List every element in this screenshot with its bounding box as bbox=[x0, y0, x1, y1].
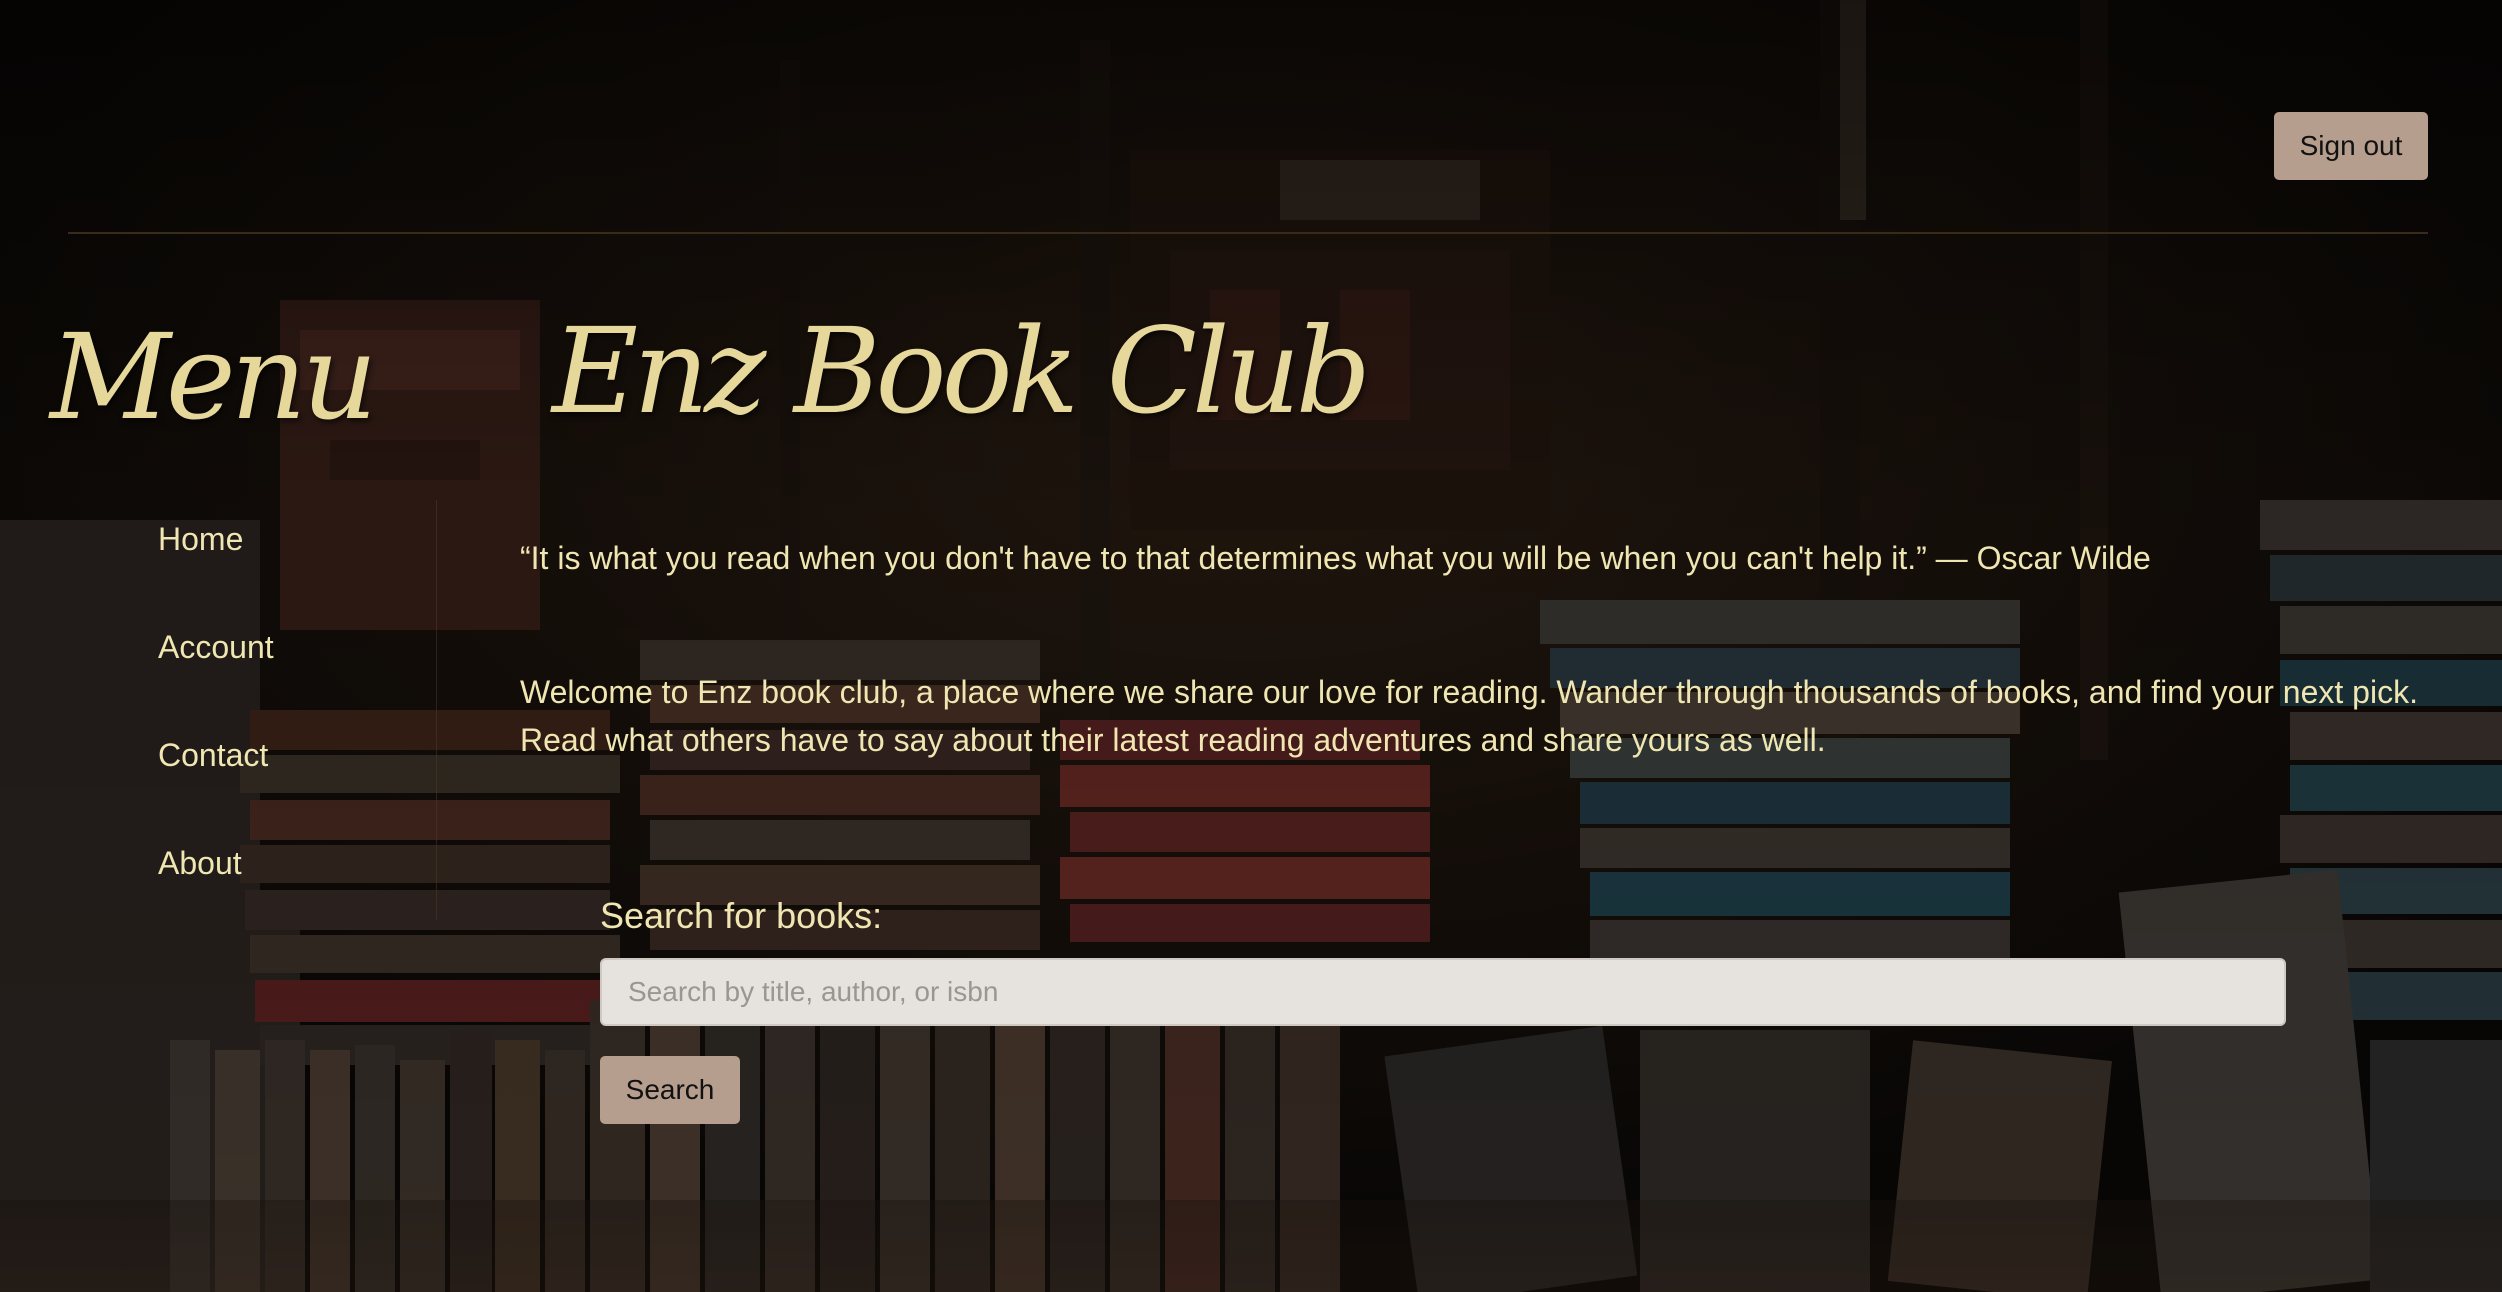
sidebar-nav: Home Account Contact About bbox=[0, 500, 437, 920]
page-content: Sign out Menu Enz Book Club Home Account… bbox=[0, 0, 2502, 1292]
search-button[interactable]: Search bbox=[600, 1056, 740, 1124]
sidebar-item-about[interactable]: About bbox=[158, 847, 242, 879]
sidebar-item-contact[interactable]: Contact bbox=[158, 739, 268, 771]
sidebar-item-home[interactable]: Home bbox=[158, 523, 243, 555]
sign-out-button[interactable]: Sign out bbox=[2274, 112, 2428, 180]
search-label: Search for books: bbox=[600, 895, 883, 936]
menu-heading: Menu bbox=[50, 308, 378, 446]
site-title: Enz Book Club bbox=[552, 302, 1371, 440]
welcome-line-1: Welcome to Enz book club, a place where … bbox=[520, 674, 2418, 710]
page: Sign out Menu Enz Book Club Home Account… bbox=[0, 0, 2502, 1292]
sidebar-item-account[interactable]: Account bbox=[158, 631, 274, 663]
header-divider bbox=[68, 232, 2428, 234]
welcome-line-2: Read what others have to say about their… bbox=[520, 722, 1826, 758]
featured-quote: “It is what you read when you don't have… bbox=[520, 540, 2151, 576]
search-input[interactable] bbox=[600, 958, 2286, 1026]
welcome-text: Welcome to Enz book club, a place where … bbox=[520, 668, 2480, 764]
